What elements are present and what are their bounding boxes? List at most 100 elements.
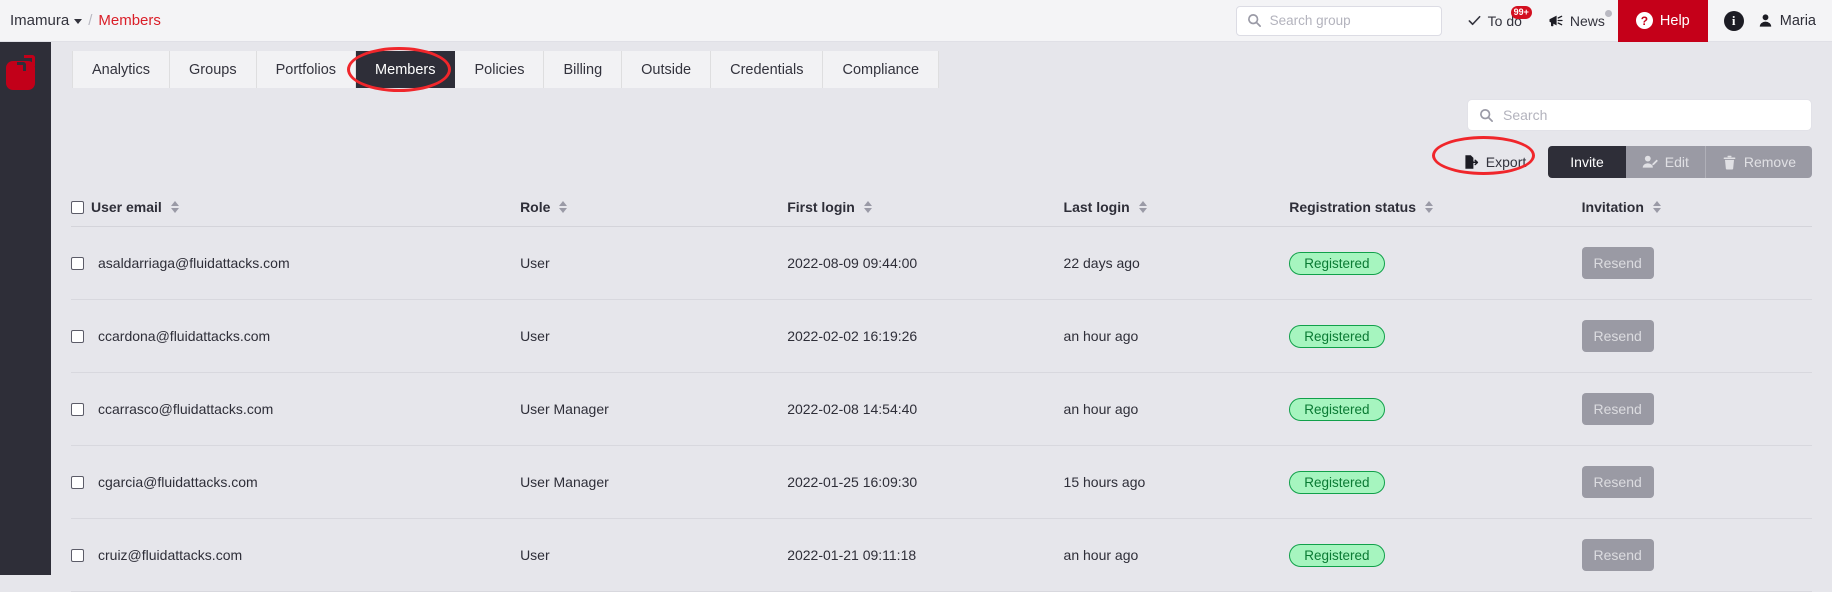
- column-invitation[interactable]: Invitation: [1581, 189, 1812, 227]
- cell-registration-status: Registered: [1289, 372, 1582, 446]
- help-label: Help: [1659, 12, 1690, 29]
- tab-outside[interactable]: Outside: [622, 51, 712, 88]
- sort-icon[interactable]: [559, 201, 568, 213]
- row-email-label: cgarcia@fluidattacks.com: [98, 474, 258, 490]
- tab-credentials[interactable]: Credentials: [711, 51, 824, 88]
- row-email-label: ccarrasco@fluidattacks.com: [98, 401, 274, 417]
- info-icon[interactable]: i: [1723, 10, 1744, 31]
- tab-members[interactable]: Members: [347, 47, 456, 92]
- sort-icon[interactable]: [1425, 201, 1434, 213]
- fluid-attacks-logo[interactable]: [5, 51, 46, 91]
- cell-role: User: [520, 299, 788, 373]
- table-search-placeholder: Search: [1503, 107, 1548, 123]
- breadcrumb-separator: /: [88, 12, 93, 29]
- resend-button[interactable]: Resend: [1581, 539, 1654, 571]
- table-search-input[interactable]: Search: [1467, 99, 1812, 131]
- todo-nav-item[interactable]: To do 99+: [1454, 0, 1535, 42]
- cell-invitation: Resend: [1581, 226, 1812, 300]
- resend-button[interactable]: Resend: [1581, 320, 1654, 352]
- row-checkbox[interactable]: [71, 475, 84, 489]
- sort-icon[interactable]: [1138, 201, 1147, 213]
- row-email-label: cruiz@fluidattacks.com: [98, 547, 243, 563]
- status-badge: Registered: [1289, 324, 1385, 348]
- sort-icon[interactable]: [170, 201, 179, 213]
- remove-button[interactable]: Remove: [1705, 146, 1812, 178]
- question-circle-icon: ?: [1635, 12, 1653, 29]
- export-button[interactable]: Export: [1431, 136, 1542, 178]
- tab-analytics[interactable]: Analytics: [72, 51, 171, 88]
- logo-bracket-inner: [16, 62, 26, 71]
- sort-icon[interactable]: [863, 201, 872, 213]
- cell-registration-status: Registered: [1289, 299, 1582, 373]
- column-last-login[interactable]: Last login: [1063, 189, 1290, 227]
- resend-button[interactable]: Resend: [1581, 247, 1654, 279]
- resend-button[interactable]: Resend: [1581, 466, 1654, 498]
- column-registration-status[interactable]: Registration status: [1289, 189, 1582, 227]
- row-checkbox[interactable]: [71, 402, 84, 416]
- table-row[interactable]: asaldarriaga@fluidattacks.com User 2022-…: [71, 226, 1812, 300]
- breadcrumb: Imamura / Members: [10, 12, 161, 29]
- cell-invitation: Resend: [1581, 299, 1812, 373]
- table-row[interactable]: ccardona@fluidattacks.com User 2022-02-0…: [71, 299, 1812, 373]
- row-checkbox[interactable]: [71, 548, 84, 562]
- left-sidebar: [0, 42, 51, 575]
- row-checkbox[interactable]: [71, 329, 84, 343]
- cell-invitation: Resend: [1581, 518, 1812, 592]
- column-last-login-label: Last login: [1063, 199, 1130, 215]
- column-role[interactable]: Role: [520, 189, 788, 227]
- news-nav-item[interactable]: News: [1535, 0, 1618, 42]
- action-button-group: Export Invite Edit Remove: [1431, 136, 1812, 178]
- cell-invitation: Resend: [1581, 445, 1812, 519]
- column-first-login[interactable]: First login: [787, 189, 1064, 227]
- breadcrumb-current[interactable]: Members: [98, 12, 161, 29]
- select-all-checkbox[interactable]: [71, 200, 84, 214]
- tab-groups[interactable]: Groups: [170, 51, 257, 88]
- todo-badge: 99+: [1510, 5, 1532, 19]
- tab-billing[interactable]: Billing: [544, 51, 623, 88]
- column-role-label: Role: [520, 199, 551, 215]
- tab-policies[interactable]: Policies: [455, 51, 545, 88]
- edit-label: Edit: [1664, 154, 1689, 170]
- row-checkbox[interactable]: [71, 256, 84, 270]
- tab-outside-label: Outside: [641, 61, 692, 78]
- group-search-placeholder: Search group: [1269, 13, 1351, 28]
- column-invitation-label: Invitation: [1581, 199, 1644, 215]
- search-icon: [1247, 13, 1262, 28]
- cell-invitation: Resend: [1581, 372, 1812, 446]
- tab-billing-label: Billing: [563, 61, 603, 78]
- help-button[interactable]: ? Help: [1617, 0, 1708, 42]
- cell-last-login: 22 days ago: [1063, 226, 1290, 300]
- cell-user-email: asaldarriaga@fluidattacks.com: [71, 226, 521, 300]
- tab-compliance[interactable]: Compliance: [823, 51, 940, 88]
- user-icon: [1758, 13, 1773, 28]
- user-menu[interactable]: Maria: [1758, 13, 1816, 29]
- resend-button[interactable]: Resend: [1581, 393, 1654, 425]
- cell-registration-status: Registered: [1289, 445, 1582, 519]
- column-user-email[interactable]: User email: [71, 189, 521, 227]
- table-header-row: User email Role First login Last login R…: [71, 189, 1812, 227]
- invite-label: Invite: [1570, 154, 1604, 170]
- members-panel: Search Export Invite Edit Remove User em…: [51, 88, 1832, 592]
- user-name: Maria: [1779, 12, 1816, 29]
- breadcrumb-org-label: Imamura: [10, 12, 70, 29]
- top-navigation: To do 99+ News ? Help i Maria: [1454, 0, 1832, 42]
- tab-policies-label: Policies: [474, 61, 525, 78]
- sort-icon[interactable]: [1652, 201, 1661, 213]
- table-row[interactable]: cruiz@fluidattacks.com User 2022-01-21 0…: [71, 518, 1812, 592]
- group-search-input[interactable]: Search group: [1235, 5, 1442, 36]
- breadcrumb-org[interactable]: Imamura: [10, 12, 83, 29]
- table-body: asaldarriaga@fluidattacks.com User 2022-…: [71, 226, 1812, 592]
- cell-last-login: 15 hours ago: [1063, 445, 1290, 519]
- megaphone-icon: [1548, 13, 1564, 29]
- edit-button[interactable]: Edit: [1625, 146, 1705, 178]
- tab-analytics-label: Analytics: [92, 61, 151, 78]
- cell-first-login: 2022-02-02 16:19:26: [787, 299, 1064, 373]
- table-row[interactable]: ccarrasco@fluidattacks.com User Manager …: [71, 372, 1812, 446]
- tab-portfolios[interactable]: Portfolios: [256, 51, 357, 88]
- cell-user-email: cgarcia@fluidattacks.com: [71, 445, 521, 519]
- table-row[interactable]: cgarcia@fluidattacks.com User Manager 20…: [71, 445, 1812, 519]
- tab-portfolios-label: Portfolios: [275, 61, 337, 78]
- status-badge: Registered: [1289, 397, 1385, 421]
- invite-button[interactable]: Invite: [1548, 146, 1626, 178]
- cell-user-email: cruiz@fluidattacks.com: [71, 518, 521, 592]
